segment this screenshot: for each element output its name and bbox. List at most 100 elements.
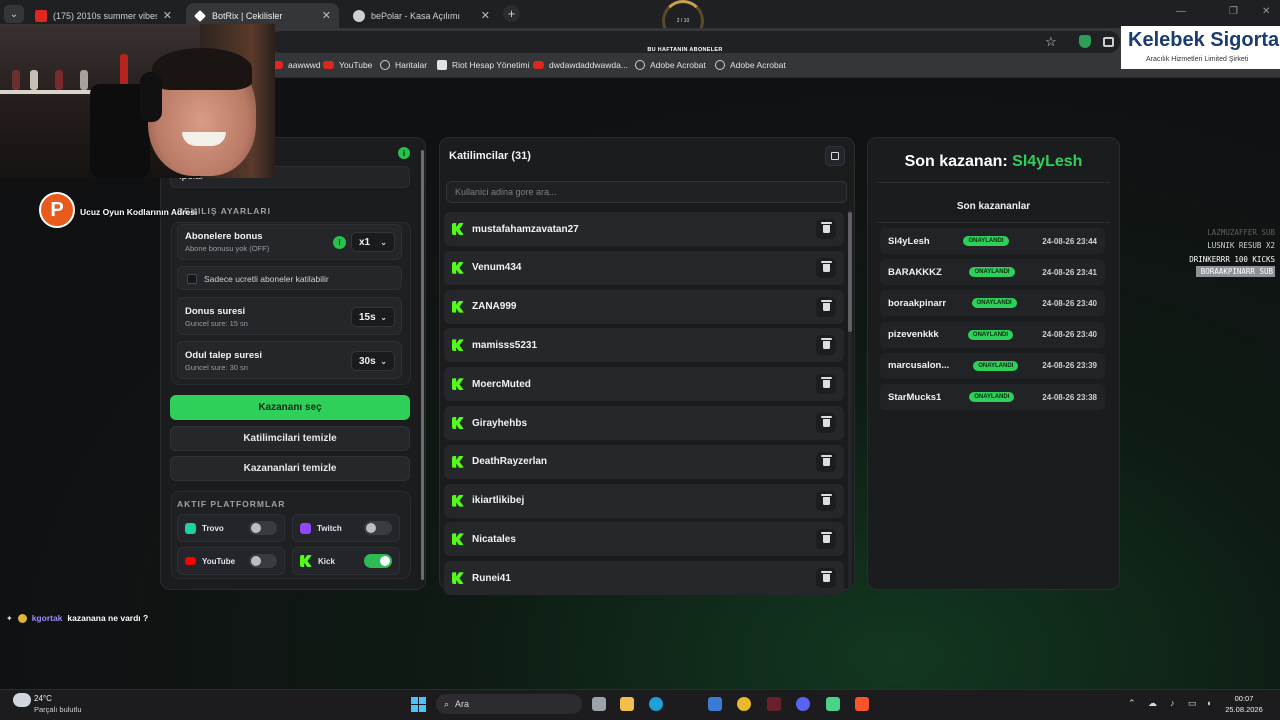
extension-icon[interactable] xyxy=(1103,37,1114,47)
discord-icon[interactable] xyxy=(796,697,810,711)
brave-icon[interactable] xyxy=(855,697,869,711)
tab-search-button[interactable]: ⌄ xyxy=(4,5,24,23)
platform-youtube: YouTube xyxy=(177,547,285,575)
globe-icon xyxy=(353,9,365,22)
close-icon[interactable]: ✕ xyxy=(481,9,490,22)
participant-row: Venum434 xyxy=(444,250,844,285)
claim-duration-select[interactable]: 30s ⌄ xyxy=(351,351,395,371)
delete-participant-button[interactable] xyxy=(816,335,836,356)
tab-title: bePolar - Kasa Açılımı xyxy=(371,10,461,21)
network-icon[interactable]: ▭ xyxy=(1188,698,1197,709)
trash-icon xyxy=(820,222,832,233)
windows-start-icon[interactable] xyxy=(411,697,426,712)
participant-name: MoercMuted xyxy=(472,378,531,390)
globe-icon xyxy=(715,60,725,70)
bookmark-adobe-2[interactable]: Adobe Acrobat xyxy=(715,60,786,70)
sub-goal-title: BU HAFTANIN ABONELER xyxy=(647,47,723,53)
mail-icon[interactable] xyxy=(708,697,722,711)
app-icon[interactable] xyxy=(826,697,840,711)
system-clock[interactable]: 00:07 25.08.2026 xyxy=(1224,693,1264,715)
participant-name: ikiartlikibej xyxy=(472,495,525,507)
close-icon[interactable]: ✕ xyxy=(322,9,331,22)
chevron-down-icon: ⌄ xyxy=(9,8,19,20)
bookmark-aawwwd[interactable]: aawwwd xyxy=(272,60,321,70)
status-badge: ONAYLANDI xyxy=(973,360,1019,371)
chevron-up-icon[interactable]: ⌃ xyxy=(1128,698,1136,709)
claim-duration-value: 30s xyxy=(359,355,376,367)
valorant-icon[interactable] xyxy=(767,697,781,711)
platform-name: YouTube xyxy=(202,556,236,566)
status-badge: ONAYLANDI xyxy=(969,392,1015,402)
kick-toggle[interactable] xyxy=(364,554,392,568)
bookmark-star-icon[interactable]: ☆ xyxy=(1045,34,1057,50)
settings-scrollbar-thumb[interactable] xyxy=(421,150,424,580)
tab-title: BotRix | Cekilisler xyxy=(212,10,283,21)
status-badge: ONAYLANDI xyxy=(969,267,1015,278)
bookmark-riot[interactable]: Riot Hesap Yönetimi xyxy=(437,60,529,70)
participant-row: mamisss5231 xyxy=(444,328,844,363)
figurine xyxy=(55,70,63,90)
delete-participant-button[interactable] xyxy=(816,490,836,511)
bonus-duration-sub: Guncel sure: 15 sn xyxy=(185,319,248,328)
volume-icon[interactable]: ◖ xyxy=(1206,698,1211,708)
bonus-duration-select[interactable]: 15s ⌄ xyxy=(351,307,395,327)
search-icon: ⌕ xyxy=(444,698,450,709)
delete-participant-button[interactable] xyxy=(816,374,836,395)
chat-text: kazanana ne vardı ? xyxy=(67,613,149,623)
botrix-icon xyxy=(194,9,206,22)
paid-only-row[interactable]: Sadece ucretli aboneler katilabilir xyxy=(177,266,402,290)
participant-row: Girayhehbs xyxy=(444,406,844,440)
info-icon[interactable]: i xyxy=(398,147,410,159)
winner-timestamp: 24-08-26 23:38 xyxy=(1042,392,1097,402)
last-winner-heading: Son kazanan: Sl4yLesh xyxy=(867,153,1120,171)
microphone-icon[interactable]: ♪ xyxy=(1170,698,1175,708)
copy-participants-button[interactable] xyxy=(825,146,845,166)
edge-icon[interactable] xyxy=(649,697,663,711)
participants-title: Katilimcilar (31) xyxy=(449,150,531,162)
delete-participant-button[interactable] xyxy=(816,257,836,278)
taskbar-search[interactable]: ⌕ Ara xyxy=(436,694,582,714)
bookmark-adobe-1[interactable]: Adobe Acrobat xyxy=(635,60,706,70)
bookmark-dwdaw[interactable]: dwdawdaddwawda... xyxy=(533,60,628,70)
bonus-duration-row: Donus suresi Guncel sure: 15 sn 15s ⌄ xyxy=(177,297,402,335)
pick-winner-button[interactable]: Kazananı seç xyxy=(170,395,410,420)
close-window-button[interactable]: ✕ xyxy=(1262,6,1270,17)
delete-participant-button[interactable] xyxy=(816,529,836,550)
cloud-icon[interactable]: ☁ xyxy=(1148,698,1157,709)
paid-only-checkbox[interactable] xyxy=(187,274,197,284)
minimize-button[interactable]: — xyxy=(1176,6,1186,17)
browser-tab-bepolar[interactable]: bePolar - Kasa Açılımı ✕ xyxy=(345,3,498,28)
bookmark-haritalar[interactable]: Haritalar xyxy=(380,60,427,70)
delete-participant-button[interactable] xyxy=(816,413,836,433)
info-icon[interactable]: i xyxy=(333,236,346,249)
delete-participant-button[interactable] xyxy=(816,568,836,589)
youtube-toggle[interactable] xyxy=(249,554,277,568)
participants-scrollbar-thumb[interactable] xyxy=(848,212,852,332)
kick-icon xyxy=(452,378,464,390)
task-view-icon[interactable] xyxy=(592,697,606,711)
delete-participant-button[interactable] xyxy=(816,451,836,472)
file-explorer-icon[interactable] xyxy=(620,697,634,711)
clear-participants-button[interactable]: Katilimcilari temizle xyxy=(170,426,410,451)
delete-participant-button[interactable] xyxy=(816,296,836,317)
youtube-icon xyxy=(35,9,47,22)
new-tab-button[interactable]: + xyxy=(503,5,520,22)
winner-row: pizevenkkk ONAYLANDI 24-08-26 23:40 xyxy=(880,321,1105,348)
trash-icon xyxy=(820,532,832,544)
close-icon[interactable]: ✕ xyxy=(163,9,172,22)
weather-icon[interactable] xyxy=(13,693,31,707)
kick-icon xyxy=(452,339,464,351)
event-feed-item: BORAAKPINARR SUB xyxy=(1196,266,1275,277)
participant-search-input[interactable] xyxy=(446,181,847,203)
windows-taskbar xyxy=(0,689,1280,720)
chrome-icon[interactable] xyxy=(737,697,751,711)
clear-winners-button[interactable]: Kazananlari temizle xyxy=(170,456,410,481)
maximize-button[interactable]: ❐ xyxy=(1229,6,1238,17)
bookmark-youtube[interactable]: YouTube xyxy=(323,60,372,70)
subscriber-bonus-select[interactable]: x1 ⌄ xyxy=(351,232,395,252)
twitch-toggle[interactable] xyxy=(364,521,392,535)
delete-participant-button[interactable] xyxy=(816,219,836,239)
trovo-toggle[interactable] xyxy=(249,521,277,535)
winner-row: marcusalon... ONAYLANDI 24-08-26 23:39 xyxy=(880,352,1105,379)
shield-extension-icon[interactable] xyxy=(1079,35,1091,48)
